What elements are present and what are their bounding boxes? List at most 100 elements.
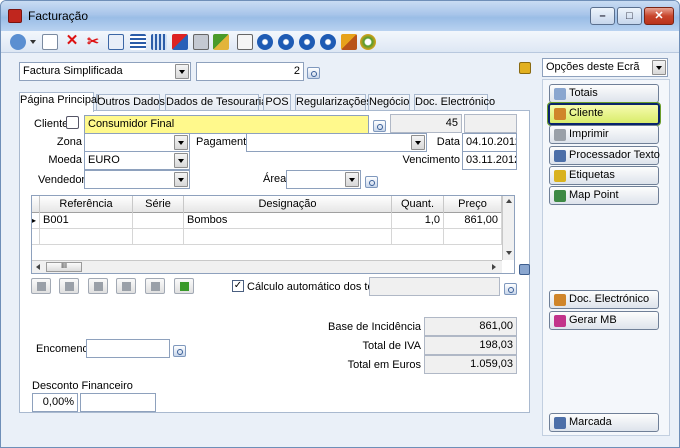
tab-outros-dados[interactable]: Outros Dados: [96, 94, 165, 111]
scroll-left-icon[interactable]: [36, 264, 40, 270]
tab-negocio[interactable]: Negócio: [368, 94, 410, 111]
copy-icon: [151, 282, 160, 291]
gerar-mb-label: Gerar MB: [569, 314, 617, 326]
cell-quant[interactable]: 1,0: [392, 213, 444, 229]
horizontal-scrollbar[interactable]: III: [32, 260, 502, 273]
previous-record-icon[interactable]: [278, 34, 294, 50]
map-point-button[interactable]: Map Point: [549, 186, 659, 205]
vendedor-select[interactable]: [84, 170, 190, 189]
tools-icon[interactable]: [341, 34, 357, 50]
doc-number-lookup-icon[interactable]: [307, 67, 320, 79]
vertical-scrollbar[interactable]: [502, 196, 514, 260]
cell-referencia[interactable]: B001: [40, 213, 133, 229]
chevron-down-icon[interactable]: [174, 172, 188, 187]
export-icon[interactable]: [213, 34, 229, 50]
gerar-mb-button[interactable]: Gerar MB: [549, 311, 659, 330]
tab-pagina-principal[interactable]: Página Principal: [19, 92, 100, 112]
encomenda-field[interactable]: [86, 339, 170, 358]
refresh-icon[interactable]: [360, 34, 376, 50]
delete-icon[interactable]: ✕: [64, 33, 80, 50]
area-lookup-icon[interactable]: [365, 176, 378, 188]
tab-pos[interactable]: POS: [263, 94, 291, 111]
line-edit-button[interactable]: [88, 278, 108, 294]
line-delete-button[interactable]: [59, 278, 79, 294]
cliente-list-icon[interactable]: [66, 116, 79, 129]
scroll-thumb[interactable]: III: [46, 262, 82, 272]
new-document-icon[interactable]: [42, 34, 58, 50]
empty-cell[interactable]: [392, 229, 444, 245]
moeda-select[interactable]: EURO: [84, 151, 190, 170]
data-field[interactable]: 04.10.2012: [462, 133, 517, 152]
doc-electronico-button[interactable]: Doc. Electrónico: [549, 290, 659, 309]
line-copy-button[interactable]: [145, 278, 165, 294]
vencimento-field[interactable]: 03.11.2012: [462, 151, 517, 170]
doc-number-field[interactable]: 2: [196, 62, 304, 81]
search-dropdown-icon[interactable]: [30, 40, 36, 46]
line-new-button[interactable]: [31, 278, 51, 294]
col-preco[interactable]: Preço: [444, 196, 502, 213]
col-quant[interactable]: Quant.: [392, 196, 444, 213]
next-record-icon[interactable]: [299, 34, 315, 50]
imprimir-button[interactable]: Imprimir: [549, 125, 659, 144]
scroll-down-icon[interactable]: [506, 251, 512, 255]
chevron-down-icon[interactable]: [174, 153, 188, 168]
tab-dados-tesouraria[interactable]: Dados de Tesouraria: [165, 94, 267, 111]
empty-cell[interactable]: [444, 229, 502, 245]
cell-preco[interactable]: 861,00: [444, 213, 502, 229]
total-iva-value: 198,03: [424, 336, 517, 355]
tab-doc-electronico[interactable]: Doc. Electrónico: [414, 94, 495, 111]
zona-select[interactable]: [84, 133, 190, 152]
table-icon[interactable]: [151, 34, 167, 50]
preview-icon[interactable]: [237, 34, 253, 50]
cliente-field[interactable]: Consumidor Final: [84, 115, 369, 134]
processador-texto-button[interactable]: Processador Texto: [549, 146, 660, 165]
scroll-up-icon[interactable]: [506, 199, 512, 203]
totais-button[interactable]: Totais: [549, 84, 659, 103]
scroll-right-icon[interactable]: [492, 264, 496, 270]
chevron-down-icon[interactable]: [345, 172, 359, 187]
minimize-button[interactable]: –: [590, 7, 615, 25]
line-save-button[interactable]: [116, 278, 136, 294]
chevron-down-icon[interactable]: [652, 60, 666, 75]
list-icon[interactable]: [130, 34, 146, 50]
calc-auto-checkbox[interactable]: ✓: [232, 280, 244, 292]
area-select[interactable]: [286, 170, 361, 189]
chevron-down-icon[interactable]: [175, 64, 189, 79]
chevron-down-icon[interactable]: [174, 135, 188, 150]
app-icon: [8, 9, 22, 23]
grid-settings-icon[interactable]: [519, 264, 530, 275]
marcada-button[interactable]: Marcada: [549, 413, 659, 432]
last-record-icon[interactable]: [320, 34, 336, 50]
maximize-button[interactable]: □: [617, 7, 642, 25]
chevron-down-icon[interactable]: [411, 135, 425, 150]
encomenda-lookup-icon[interactable]: [173, 345, 186, 357]
screen-options-select[interactable]: Opções deste Ecrã: [542, 58, 668, 77]
line-export-button[interactable]: [174, 278, 194, 294]
lines-grid[interactable]: Referência Série Designação Quant. Preço…: [31, 195, 515, 274]
empty-cell[interactable]: [184, 229, 392, 245]
pagamento-select[interactable]: [246, 133, 427, 152]
first-record-icon[interactable]: [257, 34, 273, 50]
close-button[interactable]: ✕: [644, 7, 674, 25]
desconto-field[interactable]: 0,00%: [32, 393, 78, 412]
desconto-extra-field[interactable]: [80, 393, 156, 412]
cancel-document-icon[interactable]: ✂: [85, 34, 101, 50]
copy-icon[interactable]: [108, 34, 124, 50]
empty-cell[interactable]: [40, 229, 133, 245]
cell-serie[interactable]: [133, 213, 184, 229]
doc-type-select[interactable]: Factura Simplificada: [19, 62, 191, 81]
cliente-button[interactable]: Cliente: [547, 102, 661, 126]
tree-icon[interactable]: [172, 34, 188, 50]
cell-designacao[interactable]: Bombos: [184, 213, 392, 229]
print-icon[interactable]: [193, 34, 209, 50]
search-icon[interactable]: [10, 34, 26, 50]
etiquetas-button[interactable]: Etiquetas: [549, 166, 659, 185]
cliente-lookup-icon[interactable]: [373, 120, 386, 132]
col-designacao[interactable]: Designação: [184, 196, 392, 213]
empty-cell[interactable]: [133, 229, 184, 245]
col-serie[interactable]: Série: [133, 196, 184, 213]
tab-regularizacoes[interactable]: Regularizações: [295, 94, 372, 111]
cliente-code-field: 45: [390, 114, 462, 133]
calc-auto-lookup-icon[interactable]: [504, 283, 517, 295]
col-referencia[interactable]: Referência: [40, 196, 133, 213]
